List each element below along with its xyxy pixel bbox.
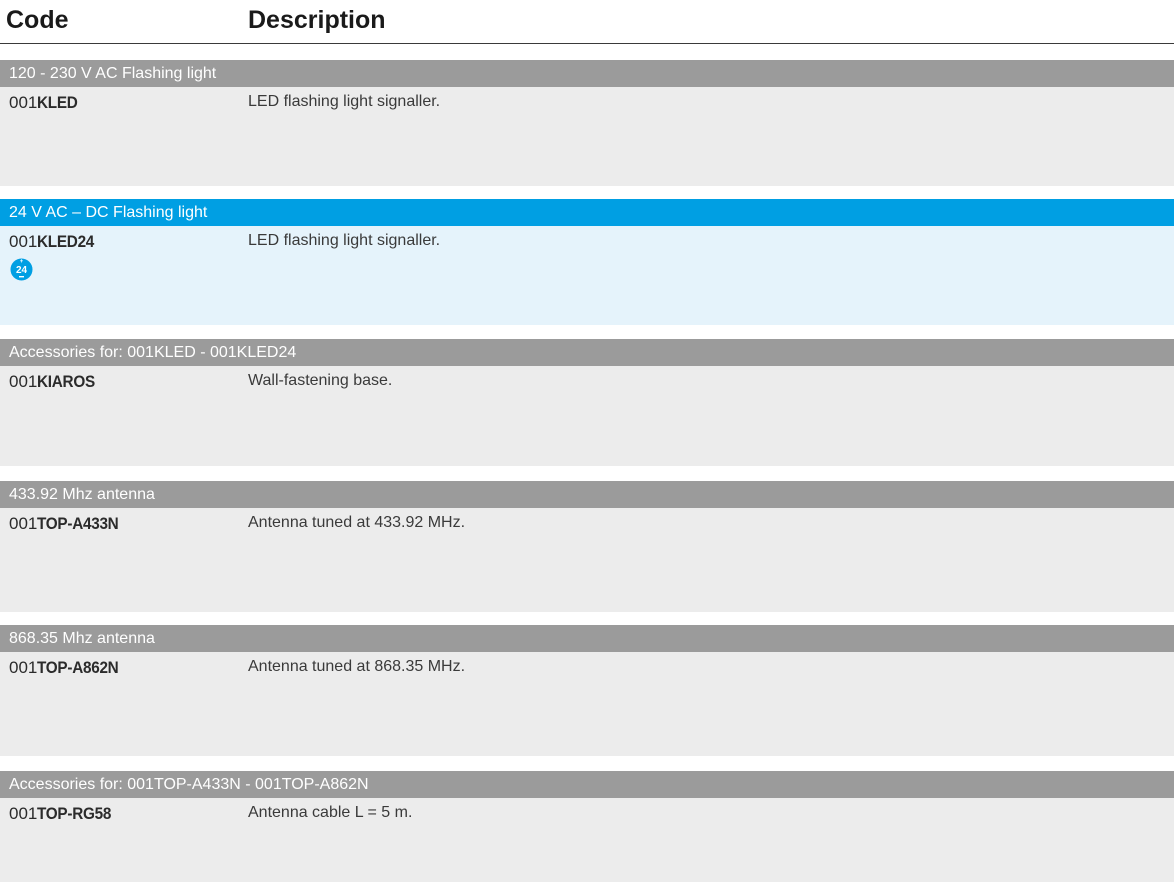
product-row: 001KLED LED flashing light signaller. xyxy=(0,87,1174,186)
code-name: KLED24 xyxy=(37,232,95,251)
product-description: Antenna cable L = 5 m. xyxy=(248,804,413,821)
section-title: Accessories for: 001KLED - 001KLED24 xyxy=(0,339,1174,366)
product-code: 001TOP-A862N xyxy=(9,658,128,678)
product-row: 001KLED24 LED flashing light signaller. … xyxy=(0,226,1174,325)
product-description: Wall-fastening base. xyxy=(248,372,393,389)
product-row: 001TOP-A433N Antenna tuned at 433.92 MHz… xyxy=(0,508,1174,612)
table-header: Code Description xyxy=(0,0,1174,44)
product-code: 001KLED xyxy=(9,93,82,113)
code-name: TOP-RG58 xyxy=(37,804,112,823)
product-section-kled24: 24 V AC – DC Flashing light 001KLED24 LE… xyxy=(0,199,1174,325)
product-code: 001TOP-RG58 xyxy=(9,804,120,824)
product-code: 001TOP-A433N xyxy=(9,514,128,534)
code-prefix: 001 xyxy=(9,232,38,251)
product-section-kled: 120 - 230 V AC Flashing light 001KLED LE… xyxy=(0,60,1174,186)
section-title: 433.92 Mhz antenna xyxy=(0,481,1174,508)
code-name: KIAROS xyxy=(37,372,96,391)
section-title: 120 - 230 V AC Flashing light xyxy=(0,60,1174,87)
product-section-kiaros: Accessories for: 001KLED - 001KLED24 001… xyxy=(0,339,1174,466)
code-name: TOP-A433N xyxy=(37,514,119,533)
24v-power-icon: + 24 xyxy=(10,258,33,281)
code-name: TOP-A862N xyxy=(37,658,119,677)
product-description: Antenna tuned at 433.92 MHz. xyxy=(248,514,466,531)
section-title: 868.35 Mhz antenna xyxy=(0,625,1174,652)
description-column-heading: Description xyxy=(248,6,386,34)
section-title: Accessories for: 001TOP-A433N - 001TOP-A… xyxy=(0,771,1174,798)
product-description: LED flashing light signaller. xyxy=(248,232,441,249)
product-description: Antenna tuned at 868.35 MHz. xyxy=(248,658,466,675)
product-description: LED flashing light signaller. xyxy=(248,93,441,110)
code-prefix: 001 xyxy=(9,658,38,677)
section-title: 24 V AC – DC Flashing light xyxy=(0,199,1174,226)
product-section-top-a862n: 868.35 Mhz antenna 001TOP-A862N Antenna … xyxy=(0,625,1174,756)
code-prefix: 001 xyxy=(9,372,38,391)
product-row: 001TOP-A862N Antenna tuned at 868.35 MHz… xyxy=(0,652,1174,756)
code-column-heading: Code xyxy=(6,6,69,34)
product-section-top-a433n: 433.92 Mhz antenna 001TOP-A433N Antenna … xyxy=(0,481,1174,612)
code-prefix: 001 xyxy=(9,804,38,823)
product-row: 001KIAROS Wall-fastening base. xyxy=(0,366,1174,466)
product-row: 001TOP-RG58 Antenna cable L = 5 m. xyxy=(0,798,1174,882)
badge-label: 24 xyxy=(16,265,28,276)
product-code: 001KLED24 xyxy=(9,232,101,252)
code-prefix: 001 xyxy=(9,93,38,112)
code-name: KLED xyxy=(37,93,78,112)
product-section-top-rg58: Accessories for: 001TOP-A433N - 001TOP-A… xyxy=(0,771,1174,882)
product-code: 001KIAROS xyxy=(9,372,102,392)
code-prefix: 001 xyxy=(9,514,38,533)
